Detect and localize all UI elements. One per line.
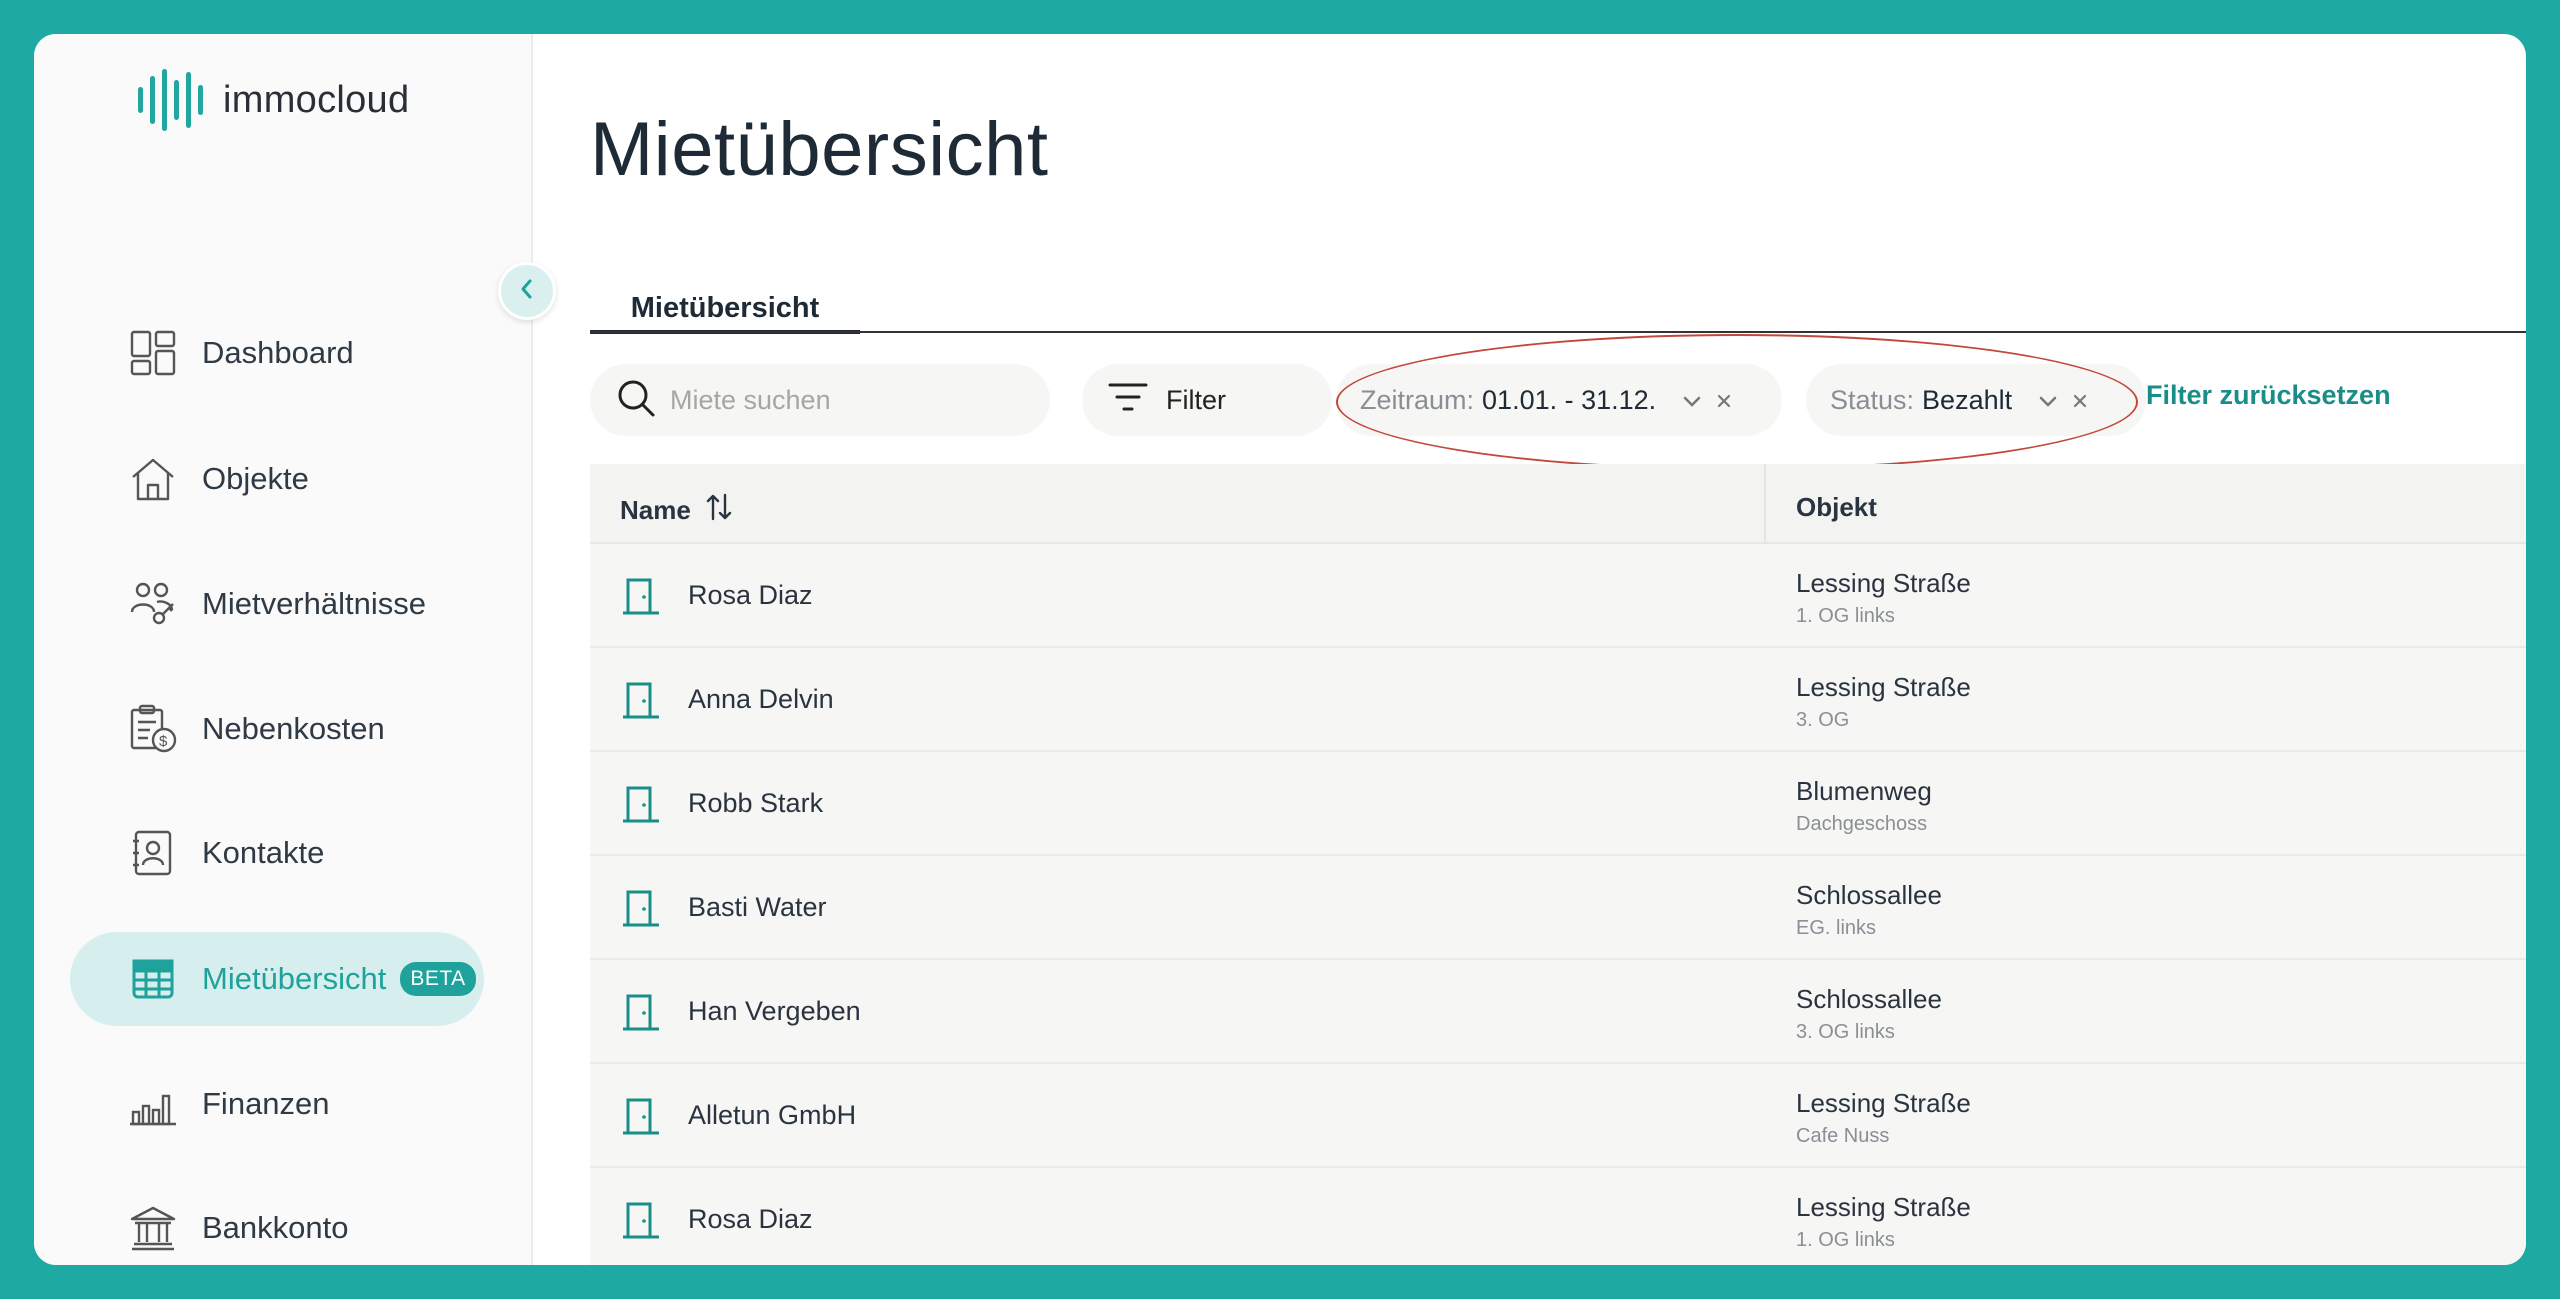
object-unit: Cafe Nuss	[1796, 1125, 1890, 1147]
sidebar-item-kontakte[interactable]: Kontakte	[70, 806, 484, 900]
table-row[interactable]: Rosa Diaz Lessing Straße 1. OG links	[590, 544, 2526, 648]
sidebar-item-label: Dashboard	[202, 335, 354, 370]
chip-value: Bezahlt	[1922, 384, 2013, 415]
object-name: Lessing Straße	[1796, 672, 1971, 702]
svg-text:$: $	[159, 733, 168, 750]
sidebar-item-label: Mietübersicht	[202, 961, 387, 996]
object-unit: 3. OG	[1796, 709, 1850, 731]
table-header: Name Objekt	[590, 464, 2526, 544]
door-icon	[620, 576, 662, 621]
column-divider	[1764, 464, 1766, 544]
column-header-name[interactable]: Name	[620, 492, 733, 529]
door-icon	[620, 784, 662, 829]
object-unit: EG. links	[1796, 917, 1877, 939]
column-header-objekt[interactable]: Objekt	[1796, 492, 1877, 523]
table-row[interactable]: Han Vergeben Schlossallee 3. OG links	[590, 960, 2526, 1064]
zeitraum-filter-chip[interactable]: Zeitraum: 01.01. - 31.12.	[1336, 364, 1782, 436]
calendar-grid-icon	[128, 954, 178, 1004]
sidebar-item-nebenkosten[interactable]: $ Nebenkosten	[70, 682, 484, 776]
bank-icon	[128, 1203, 178, 1253]
sidebar-item-mietuebersicht[interactable]: Mietübersicht BETA	[70, 932, 484, 1026]
chip-key: Status:	[1830, 384, 1915, 415]
bar-chart-icon	[128, 1079, 178, 1129]
receipt-coin-icon: $	[128, 704, 178, 754]
sidebar-item-finanzen[interactable]: Finanzen	[70, 1057, 484, 1151]
object-name: Lessing Straße	[1796, 568, 1971, 598]
house-icon	[128, 454, 178, 504]
door-icon	[620, 888, 662, 933]
table-row[interactable]: Robb Stark Blumenweg Dachgeschoss	[590, 752, 2526, 856]
tenant-name: Rosa Diaz	[688, 1204, 813, 1234]
contact-card-icon	[128, 828, 178, 878]
object-unit: 3. OG links	[1796, 1021, 1895, 1043]
object-name: Blumenweg	[1796, 776, 1932, 806]
object-unit: 1. OG links	[1796, 1229, 1895, 1251]
filter-icon	[1108, 382, 1148, 419]
object-name: Schlossallee	[1796, 984, 1942, 1014]
chip-value: 01.01. - 31.12.	[1482, 384, 1657, 415]
tenant-name: Rosa Diaz	[688, 580, 813, 610]
sidebar-item-label: Kontakte	[202, 835, 325, 870]
dashboard-icon	[128, 328, 178, 378]
page-title: Mietübersicht	[590, 107, 1049, 192]
door-icon	[620, 1096, 662, 1141]
tenant-name: Alletun GmbH	[688, 1100, 857, 1130]
filter-button[interactable]: Filter	[1082, 364, 1332, 436]
tenant-name: Basti Water	[688, 892, 827, 922]
sidebar-item-label: Finanzen	[202, 1086, 330, 1121]
chevron-left-icon	[518, 278, 536, 305]
search-box[interactable]	[590, 364, 1050, 436]
logo-text: immocloud	[223, 78, 410, 121]
sidebar-item-label: Bankkonto	[202, 1210, 349, 1245]
sidebar-item-objekte[interactable]: Objekte	[70, 432, 484, 526]
close-icon[interactable]	[1716, 385, 1732, 416]
tenant-name: Robb Stark	[688, 788, 824, 818]
tab-divider	[590, 331, 2526, 333]
filter-label: Filter	[1166, 384, 1226, 415]
logo-mark-icon	[138, 68, 203, 132]
tenant-name: Anna Delvin	[688, 684, 834, 714]
sidebar: immocloud Dashboard Objekte Mietverhältn…	[34, 34, 533, 1265]
reset-filters-link[interactable]: Filter zurücksetzen	[2146, 380, 2391, 411]
door-icon	[620, 680, 662, 725]
chip-key: Zeitraum:	[1360, 384, 1475, 415]
close-icon[interactable]	[2072, 385, 2088, 416]
chevron-down-icon[interactable]	[2038, 385, 2058, 416]
sidebar-item-mietverhaeltnisse[interactable]: Mietverhältnisse	[70, 557, 484, 651]
sidebar-item-dashboard[interactable]: Dashboard	[70, 306, 484, 400]
door-icon	[620, 1200, 662, 1245]
object-name: Lessing Straße	[1796, 1192, 1971, 1222]
sort-icon[interactable]	[705, 492, 733, 529]
beta-badge: BETA	[400, 962, 476, 996]
sidebar-item-label: Mietverhältnisse	[202, 586, 426, 621]
table-row[interactable]: Basti Water Schlossallee EG. links	[590, 856, 2526, 960]
tenant-name: Han Vergeben	[688, 996, 861, 1026]
chevron-down-icon[interactable]	[1682, 385, 1702, 416]
table-row[interactable]: Anna Delvin Lessing Straße 3. OG	[590, 648, 2526, 752]
app-window: immocloud Dashboard Objekte Mietverhältn…	[34, 34, 2526, 1265]
tab-mietuebersicht[interactable]: Mietübersicht	[590, 254, 860, 334]
object-unit: Dachgeschoss	[1796, 813, 1928, 835]
rent-table: Name Objekt Rosa Diaz Lessing Straße 1. O…	[590, 464, 2526, 1265]
object-unit: 1. OG links	[1796, 605, 1895, 627]
search-icon	[616, 378, 656, 423]
object-name: Lessing Straße	[1796, 1088, 1971, 1118]
door-icon	[620, 992, 662, 1037]
logo[interactable]: immocloud	[138, 68, 409, 132]
status-filter-chip[interactable]: Status: Bezahlt	[1806, 364, 2146, 436]
sidebar-item-label: Nebenkosten	[202, 711, 385, 746]
search-input[interactable]	[670, 384, 1010, 416]
sidebar-item-label: Objekte	[202, 461, 309, 496]
tenants-key-icon	[128, 579, 178, 629]
collapse-sidebar-button[interactable]	[498, 262, 556, 320]
table-row[interactable]: Rosa Diaz Lessing Straße 1. OG links	[590, 1168, 2526, 1265]
sidebar-item-bankkonto[interactable]: Bankkonto	[70, 1181, 484, 1265]
table-row[interactable]: Alletun GmbH Lessing Straße Cafe Nuss	[590, 1064, 2526, 1168]
object-name: Schlossallee	[1796, 880, 1942, 910]
